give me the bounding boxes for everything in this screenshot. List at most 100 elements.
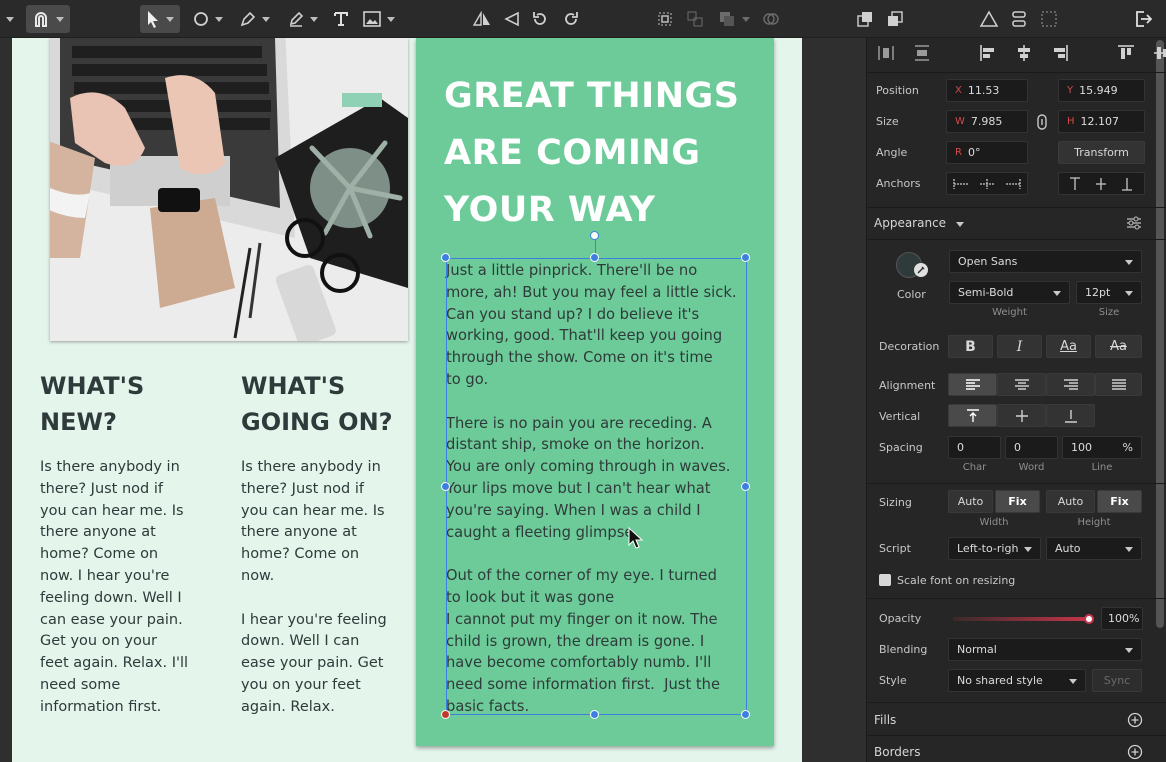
distribute-vertical-icon[interactable] — [913, 44, 931, 62]
borders-header[interactable]: Borders — [874, 745, 920, 759]
handle-bottom-left[interactable] — [441, 710, 450, 719]
bold-button[interactable]: B — [948, 335, 993, 358]
menu-caret-icon[interactable] — [0, 5, 20, 33]
handle-top-center[interactable] — [590, 253, 599, 262]
font-weight-select[interactable]: Semi-Bold — [949, 281, 1070, 304]
anchor-left-icon[interactable] — [953, 178, 969, 190]
angle-field[interactable]: R 0° — [946, 141, 1028, 164]
underline-button[interactable]: Aa — [1046, 335, 1091, 358]
text-tool[interactable] — [330, 5, 352, 33]
pen-tool[interactable] — [236, 5, 274, 33]
transform-button[interactable]: Transform — [1058, 141, 1145, 164]
script-direction-select[interactable]: Left-to-righ — [948, 537, 1041, 560]
width-auto-button[interactable]: Auto — [948, 490, 993, 513]
anchor-right-icon[interactable] — [1005, 178, 1021, 190]
text-align-right-button[interactable] — [1046, 373, 1095, 396]
add-border-icon[interactable] — [1127, 744, 1143, 760]
canvas[interactable]: WHAT'S NEW? Is there anybody in there? J… — [0, 38, 866, 762]
align-right-icon[interactable] — [1051, 44, 1069, 62]
lock-ratio-icon[interactable] — [1035, 114, 1049, 130]
col1-body[interactable]: Is there anybody in there? Just nod if y… — [40, 457, 210, 719]
anchor-top-icon[interactable] — [1069, 176, 1081, 191]
eyedropper-icon[interactable] — [913, 262, 929, 278]
add-fill-icon[interactable] — [1127, 712, 1143, 728]
ungroup-button[interactable] — [684, 5, 706, 33]
card-title[interactable]: GREAT THINGS ARE COMING YOUR WAY — [444, 68, 764, 239]
vertical-top-button[interactable] — [948, 404, 997, 427]
opacity-slider-thumb[interactable] — [1084, 614, 1094, 624]
align-left-icon[interactable] — [979, 44, 997, 62]
align-middle-v-icon[interactable] — [1153, 44, 1166, 62]
component-button[interactable] — [1008, 5, 1030, 33]
h-field[interactable]: H 12.107 — [1058, 110, 1145, 133]
rotate-cw-button[interactable] — [561, 5, 581, 33]
pointer-tool[interactable] — [140, 5, 180, 33]
handle-top-right[interactable] — [741, 253, 750, 262]
alignment-label: Alignment — [879, 379, 936, 392]
y-field[interactable]: Y 15.949 — [1058, 79, 1145, 102]
mask-button[interactable] — [760, 5, 782, 33]
distribute-horizontal-icon[interactable] — [877, 44, 895, 62]
fills-header[interactable]: Fills — [874, 713, 896, 727]
appearance-header[interactable]: Appearance — [874, 216, 946, 230]
handle-middle-right[interactable] — [741, 482, 750, 491]
blending-select[interactable]: Normal — [948, 638, 1142, 661]
w-field[interactable]: W 7.985 — [946, 110, 1028, 133]
text-align-left-button[interactable] — [948, 373, 997, 396]
sync-button[interactable]: Sync — [1092, 669, 1142, 692]
shared-style-select[interactable]: No shared style — [948, 669, 1086, 692]
handle-bottom-center[interactable] — [590, 710, 599, 719]
font-family-select[interactable]: Open Sans — [949, 250, 1142, 273]
vertical-middle-button[interactable] — [997, 404, 1046, 427]
opacity-slider-track[interactable] — [953, 617, 1089, 621]
width-fix-button[interactable]: Fix — [995, 490, 1040, 513]
ellipse-tool[interactable] — [190, 5, 226, 33]
text-align-center-button[interactable] — [997, 373, 1046, 396]
appearance-caret-icon[interactable] — [956, 222, 964, 227]
magnet-tool[interactable] — [26, 5, 70, 33]
x-field[interactable]: X 11.53 — [946, 79, 1028, 102]
scale-font-checkbox[interactable] — [879, 574, 891, 586]
rotate-ccw-button[interactable] — [530, 5, 550, 33]
flip-horizontal-button[interactable] — [472, 5, 492, 33]
pencil-tool[interactable] — [284, 5, 322, 33]
word-spacing-field[interactable]: 0 — [1005, 436, 1058, 459]
handle-top-left[interactable] — [441, 253, 450, 262]
col2-body[interactable]: Is there anybody in there? Just nod if y… — [241, 457, 411, 719]
send-backward-button[interactable] — [884, 5, 906, 33]
export-button[interactable] — [1132, 5, 1154, 33]
handle-middle-left[interactable] — [441, 482, 450, 491]
anchor-middle-v-icon[interactable] — [1095, 177, 1107, 191]
text-align-justify-button[interactable] — [1095, 373, 1142, 396]
flip-vertical-button[interactable] — [502, 5, 522, 33]
image-tool[interactable] — [360, 5, 398, 33]
inspector-scrollbar[interactable] — [1156, 40, 1164, 628]
anchor-bottom-icon[interactable] — [1121, 177, 1133, 191]
height-auto-button[interactable]: Auto — [1046, 490, 1095, 513]
col1-title[interactable]: WHAT'S NEW? — [40, 368, 210, 440]
brochure-page[interactable]: WHAT'S NEW? Is there anybody in there? J… — [12, 38, 802, 762]
artboard-button[interactable] — [1038, 5, 1060, 33]
boolean-button[interactable] — [714, 5, 754, 33]
symbol-button[interactable] — [978, 5, 1000, 33]
strikethrough-button[interactable]: Aa — [1095, 335, 1142, 358]
anchor-center-h-icon[interactable] — [979, 178, 995, 190]
group-button[interactable] — [654, 5, 676, 33]
italic-button[interactable]: I — [997, 335, 1042, 358]
line-spacing-field[interactable]: 100% — [1062, 436, 1142, 459]
bring-forward-button[interactable] — [854, 5, 876, 33]
rotate-handle[interactable] — [590, 231, 599, 240]
font-size-select[interactable]: 12pt — [1076, 281, 1142, 304]
desk-photo[interactable] — [50, 38, 408, 341]
vertical-bottom-button[interactable] — [1046, 404, 1095, 427]
align-top-icon[interactable] — [1117, 44, 1135, 62]
appearance-settings-icon[interactable] — [1126, 216, 1142, 230]
align-center-h-icon[interactable] — [1015, 44, 1033, 62]
col2-title[interactable]: WHAT'S GOING ON? — [241, 368, 411, 440]
char-spacing-field[interactable]: 0 — [948, 436, 1001, 459]
handle-bottom-right[interactable] — [741, 710, 750, 719]
script-auto-select[interactable]: Auto — [1046, 537, 1142, 560]
opacity-field[interactable]: 100% — [1101, 607, 1143, 630]
green-card[interactable]: GREAT THINGS ARE COMING YOUR WAY Just a … — [416, 38, 774, 746]
height-fix-button[interactable]: Fix — [1097, 490, 1142, 513]
